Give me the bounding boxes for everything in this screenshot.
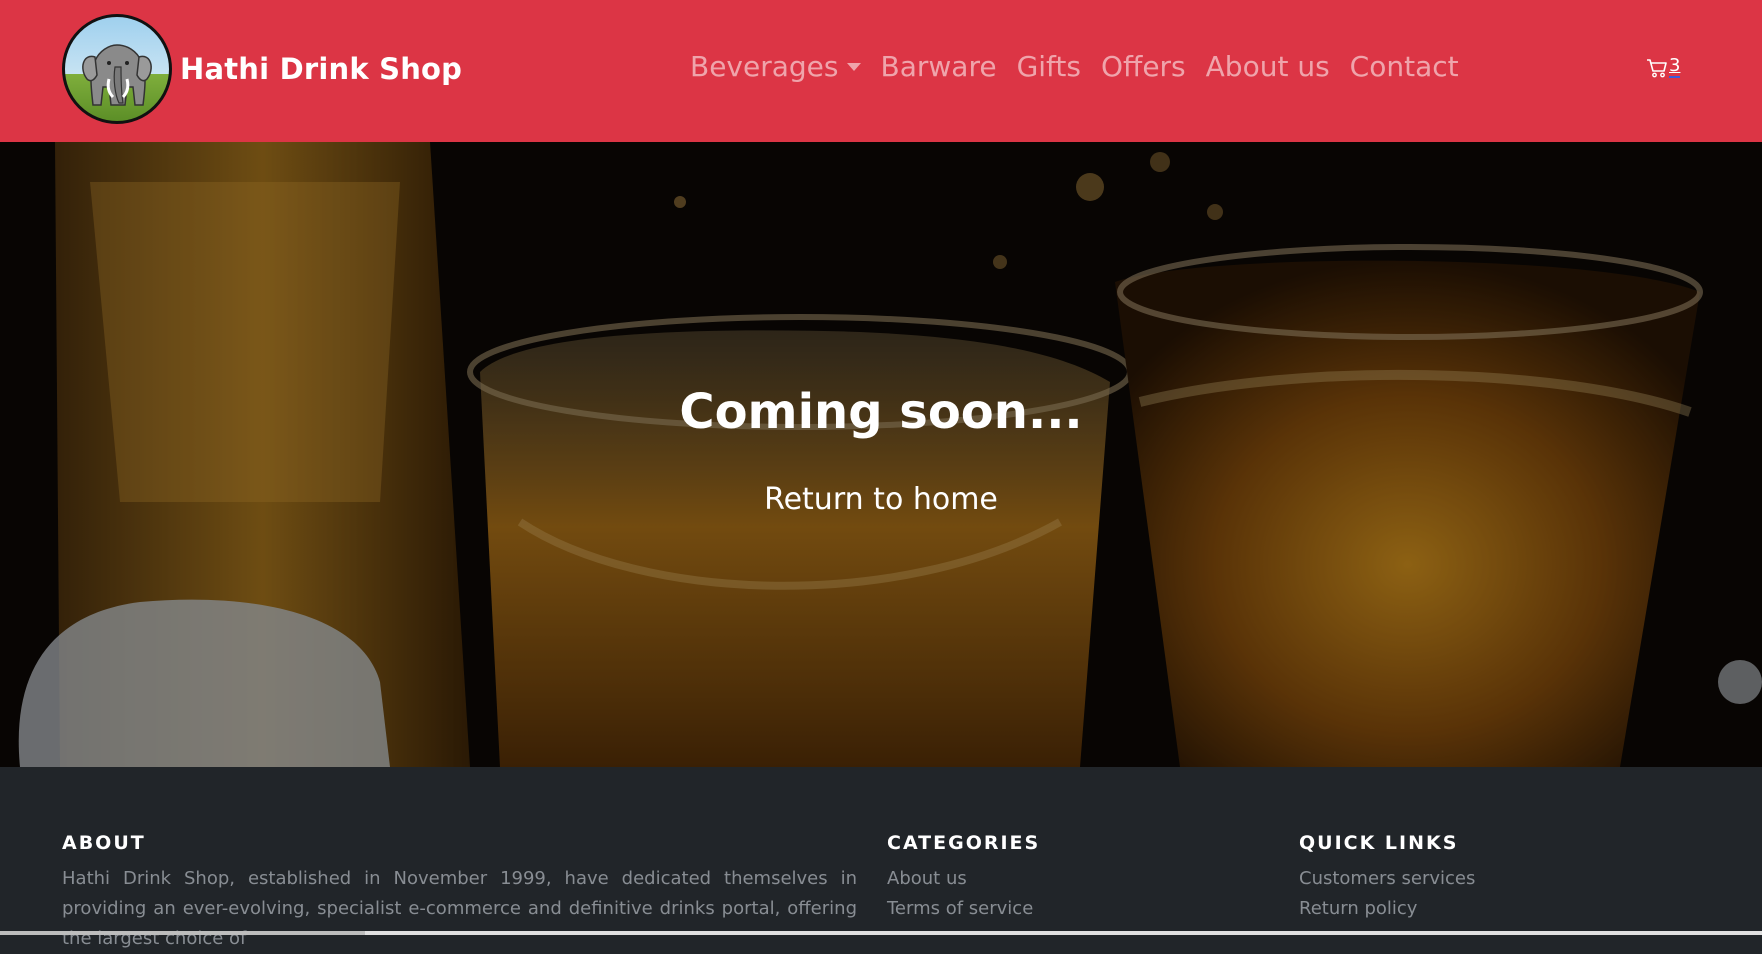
footer-about-section: ABOUT Hathi Drink Shop, established in N… (62, 832, 857, 954)
footer-quick-links-section: QUICK LINKS Customers services Return po… (1299, 832, 1699, 924)
footer-about-text: Hathi Drink Shop, established in Novembe… (62, 868, 857, 949)
footer: ABOUT Hathi Drink Shop, established in N… (0, 767, 1762, 949)
footer-categories-section: CATEGORIES About us Terms of service (887, 832, 1247, 924)
nav-barware[interactable]: Barware (881, 50, 997, 83)
caret-down-icon (846, 62, 861, 71)
cart-icon (1647, 59, 1667, 78)
main-nav: Beverages Barware Gifts Offers About us … (690, 50, 1479, 83)
cart-button[interactable]: 3 (1646, 55, 1681, 78)
horizontal-scrollbar[interactable] (0, 931, 1762, 935)
nav-beverages-dropdown[interactable]: Beverages (690, 50, 861, 83)
hero-title: Coming soon... (679, 384, 1083, 440)
nav-about-us[interactable]: About us (1206, 50, 1330, 83)
footer-categories-heading: CATEGORIES (887, 832, 1041, 854)
brand-name: Hathi Drink Shop (180, 52, 463, 86)
footer-link-about-us[interactable]: About us (887, 864, 1247, 894)
nav-contact[interactable]: Contact (1350, 50, 1459, 83)
brand-link[interactable]: Hathi Drink Shop (62, 14, 462, 124)
hero-overlay (0, 142, 1762, 767)
footer-link-terms-of-service[interactable]: Terms of service (887, 894, 1247, 924)
navbar: Hathi Drink Shop Beverages Barware Gifts… (0, 0, 1762, 142)
footer-link-customers-services[interactable]: Customers services (1299, 864, 1699, 894)
scrollbar-thumb[interactable] (0, 931, 365, 935)
cart-count-badge: 3 (1669, 55, 1681, 78)
elephant-logo-icon (62, 14, 172, 124)
return-home-link[interactable]: Return to home (0, 482, 1762, 517)
footer-quick-links-heading: QUICK LINKS (1299, 832, 1459, 854)
nav-gifts[interactable]: Gifts (1017, 50, 1081, 83)
nav-offers[interactable]: Offers (1101, 50, 1186, 83)
nav-beverages-label: Beverages (690, 50, 839, 83)
footer-link-return-policy[interactable]: Return policy (1299, 894, 1699, 924)
hero-banner: Coming soon... Return to home (0, 142, 1762, 767)
footer-about-heading: ABOUT (62, 832, 146, 854)
